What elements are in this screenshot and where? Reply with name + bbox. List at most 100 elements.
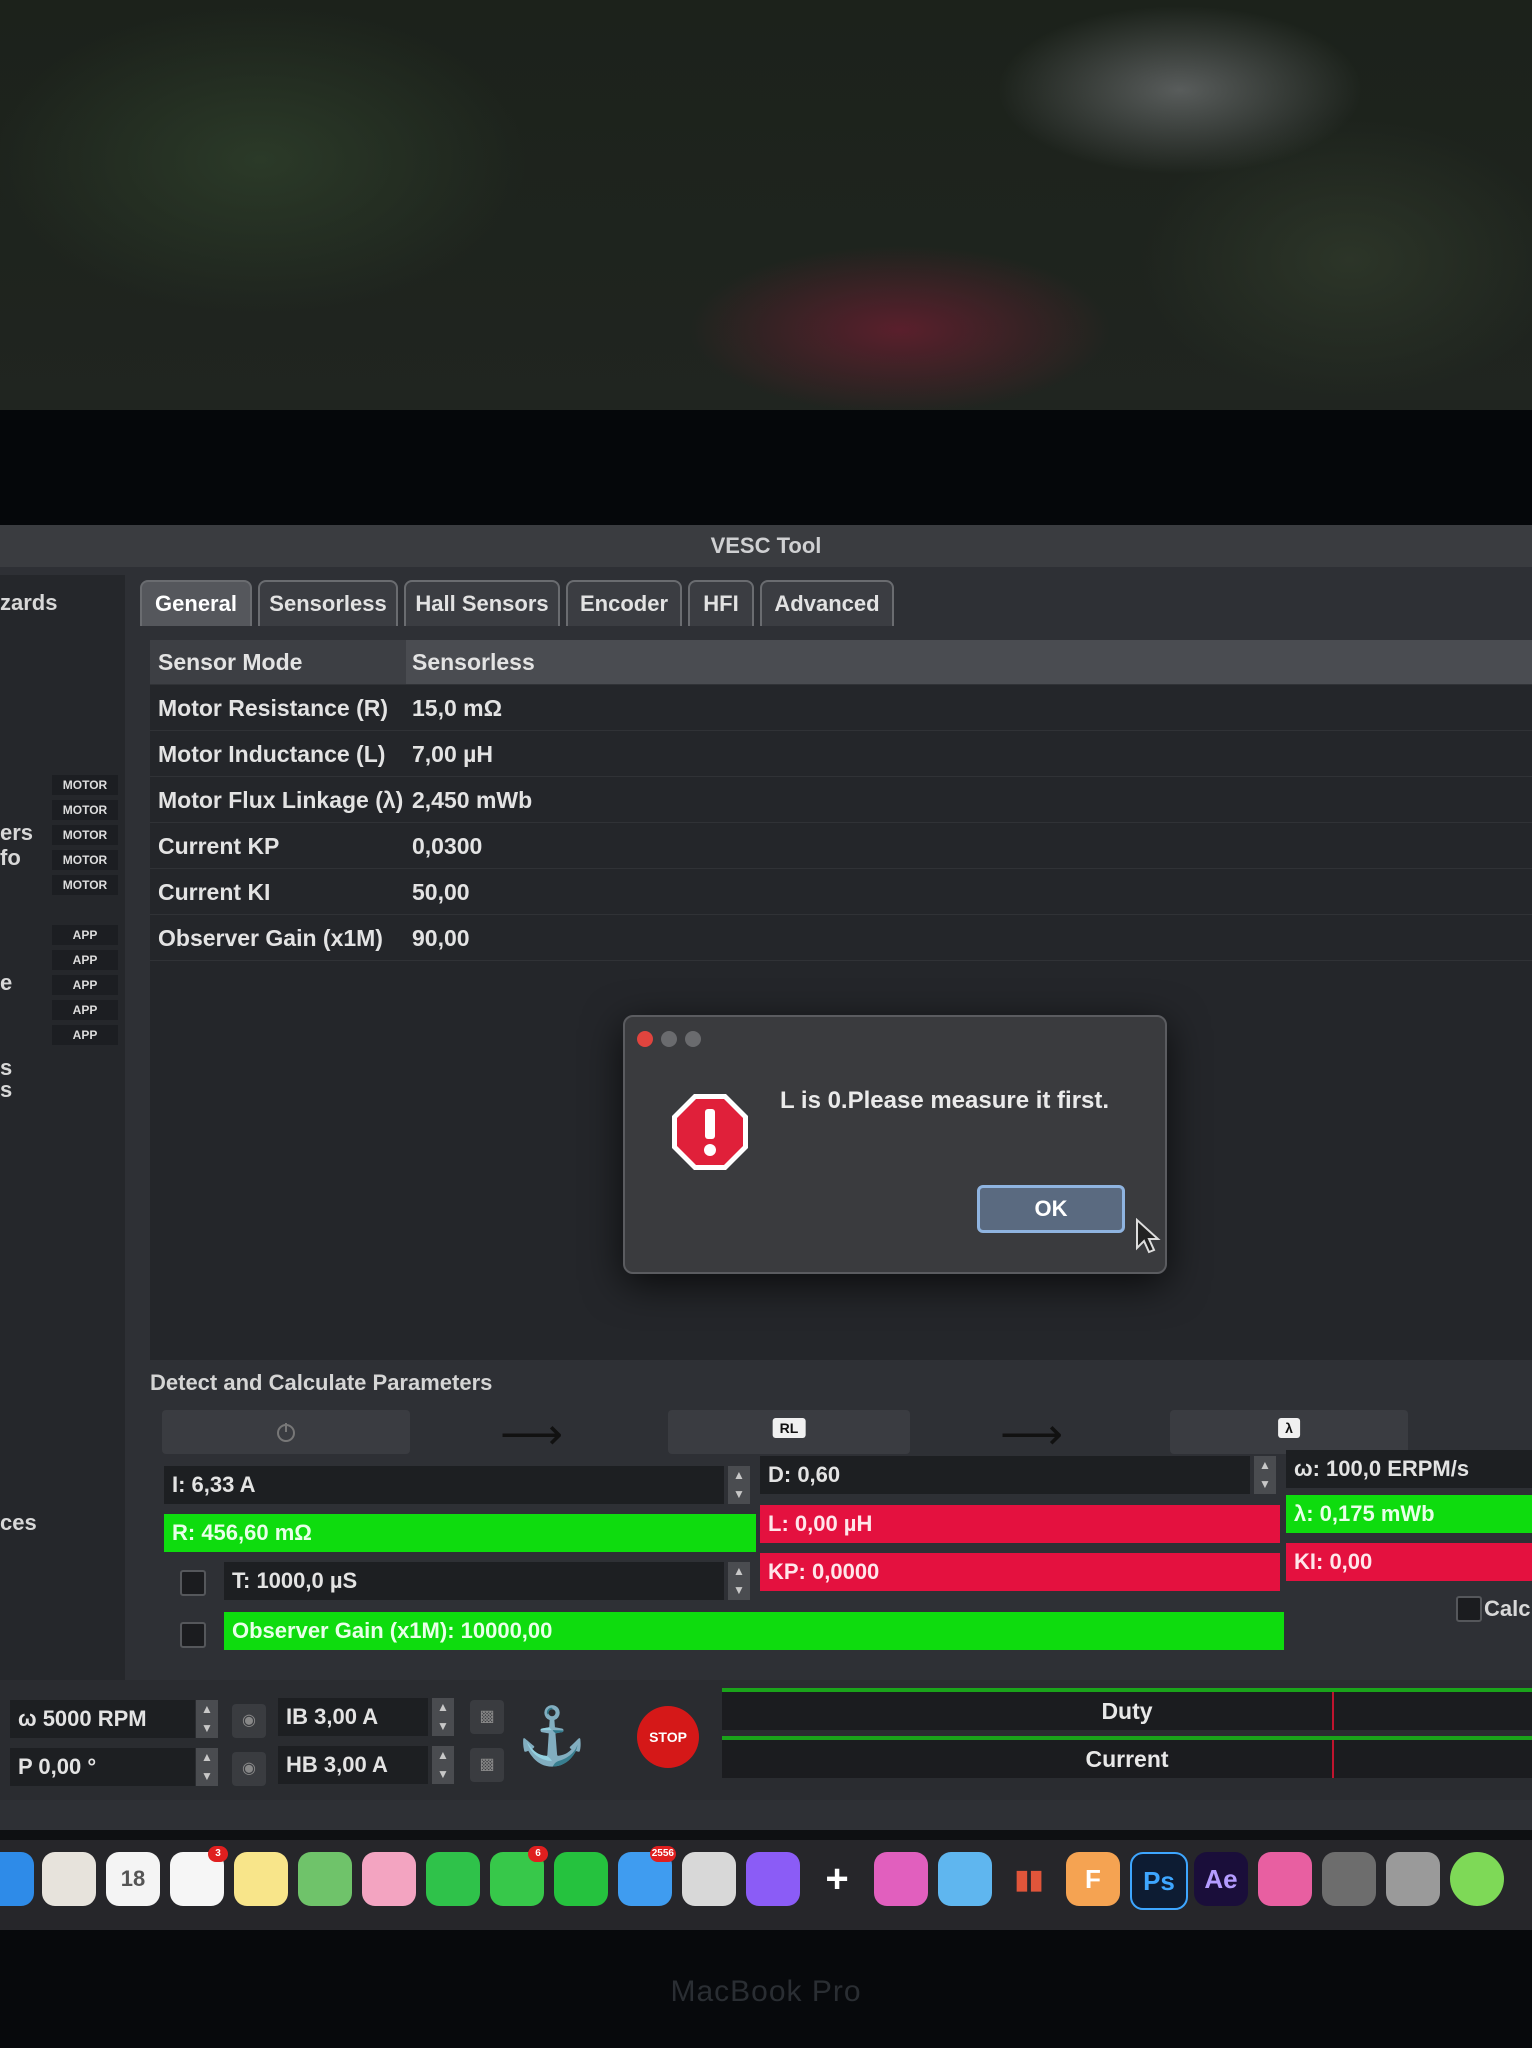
tab-sensorless[interactable]: Sensorless: [258, 580, 398, 626]
sidebar-fragment[interactable]: ces: [0, 1510, 37, 1536]
alert-dialog: L is 0.Please measure it first. OK: [623, 1015, 1167, 1274]
measure-rl-button[interactable]: RL: [668, 1410, 910, 1454]
whatsapp-icon[interactable]: [554, 1852, 608, 1906]
param-row-resistance[interactable]: Motor Resistance (R) 15,0 mΩ: [150, 686, 1532, 731]
calc-checkbox[interactable]: [1456, 1596, 1482, 1622]
param-value[interactable]: 50,00: [412, 870, 470, 914]
plus-icon[interactable]: +: [810, 1852, 864, 1906]
facetime-icon[interactable]: [426, 1852, 480, 1906]
param-row-current-kp[interactable]: Current KP 0,0300: [150, 824, 1532, 869]
inductance-result-text: L: 0,00 µH: [768, 1511, 873, 1536]
tab-hfi[interactable]: HFI: [688, 580, 754, 626]
anchor-icon[interactable]: ⚓: [516, 1700, 588, 1772]
param-row-sensor-mode[interactable]: Sensor Mode Sensorless: [150, 640, 1532, 685]
brake-current-spinner[interactable]: ▲ ▼: [432, 1698, 454, 1736]
brake-toggle-icon[interactable]: ▩: [470, 1700, 504, 1734]
sensor-mode-select[interactable]: Sensorless: [406, 640, 1532, 684]
app-tag: APP: [52, 1025, 118, 1045]
messages-badge: 6: [528, 1846, 548, 1862]
mail-icon[interactable]: 2556: [618, 1846, 676, 1906]
param-value[interactable]: 7,00 µH: [412, 732, 493, 776]
finder-icon[interactable]: [0, 1852, 34, 1906]
tab-general[interactable]: General: [140, 580, 252, 626]
brake-current-value: IB 3,00 A: [286, 1704, 379, 1729]
param-label: Observer Gain (x1M): [158, 925, 383, 951]
photoshop-icon[interactable]: Ps: [1130, 1852, 1188, 1910]
close-icon[interactable]: [637, 1031, 653, 1047]
maps-icon[interactable]: [298, 1852, 352, 1906]
current-bar: Current: [722, 1736, 1532, 1778]
screenshot-icon[interactable]: [682, 1852, 736, 1906]
param-label: Motor Resistance (R): [158, 695, 389, 721]
music-eq-icon[interactable]: ▮▮: [1002, 1852, 1056, 1906]
param-value[interactable]: 90,00: [412, 916, 470, 960]
param-row-current-ki[interactable]: Current KI 50,00: [150, 870, 1532, 915]
sidebar-fragment[interactable]: zards: [0, 590, 57, 616]
measure-lambda-button[interactable]: λ: [1170, 1410, 1408, 1454]
current-spinner[interactable]: ▲ ▼: [728, 1466, 750, 1504]
notes-icon[interactable]: [234, 1852, 288, 1906]
rpm-play-icon[interactable]: ◉: [232, 1704, 266, 1738]
param-value[interactable]: 15,0 mΩ: [412, 686, 502, 730]
dock: 18 3 6 2556 + ▮▮ F Ps Ae: [0, 1840, 1532, 1930]
after-effects-icon[interactable]: Ae: [1194, 1852, 1248, 1906]
motor-tag: MOTOR: [52, 775, 118, 795]
current-input[interactable]: I: 6,33 A: [164, 1466, 724, 1504]
param-label: Current KP: [158, 833, 280, 859]
detect-foc-button[interactable]: [162, 1410, 410, 1454]
position-input-value: P 0,00 °: [18, 1754, 97, 1779]
param-row-inductance[interactable]: Motor Inductance (L) 7,00 µH: [150, 732, 1532, 777]
tab-advanced[interactable]: Advanced: [760, 580, 894, 626]
sidebar-fragment[interactable]: fo: [0, 845, 21, 871]
safari-icon[interactable]: [938, 1852, 992, 1906]
camera-icon[interactable]: [1322, 1852, 1376, 1906]
handbrake-toggle-icon[interactable]: ▩: [470, 1748, 504, 1782]
stop-button[interactable]: STOP: [637, 1706, 699, 1768]
arrow-right-icon: ⟶: [1000, 1410, 1064, 1459]
rpm-spinner[interactable]: ▲ ▼: [196, 1700, 218, 1738]
sidebar-fragment[interactable]: e: [0, 970, 12, 996]
position-play-icon[interactable]: ◉: [232, 1752, 266, 1786]
brake-current-input[interactable]: IB 3,00 A: [278, 1698, 428, 1736]
rl-icon: RL: [772, 1418, 806, 1438]
reminders-icon[interactable]: 3: [170, 1846, 228, 1906]
erpm-input[interactable]: ω: 100,0 ERPM/s: [1286, 1450, 1532, 1488]
tab-hall-sensors[interactable]: Hall Sensors: [404, 580, 560, 626]
warning-stop-icon: [672, 1094, 748, 1170]
position-spinner[interactable]: ▲ ▼: [196, 1748, 218, 1786]
observer-checkbox[interactable]: [180, 1622, 206, 1648]
param-row-observer-gain[interactable]: Observer Gain (x1M) 90,00: [150, 916, 1532, 961]
display-icon[interactable]: [874, 1852, 928, 1906]
time-input[interactable]: T: 1000,0 µS: [224, 1562, 724, 1600]
sidebar-fragment[interactable]: s: [0, 1077, 12, 1103]
messages-icon[interactable]: 6: [490, 1846, 548, 1906]
duty-spinner[interactable]: ▲ ▼: [1254, 1456, 1276, 1494]
duty-input[interactable]: D: 0,60: [760, 1456, 1250, 1494]
launchpad-icon[interactable]: [42, 1852, 96, 1906]
t-checkbox[interactable]: [180, 1570, 206, 1596]
tab-encoder[interactable]: Encoder: [566, 580, 682, 626]
ok-button[interactable]: OK: [977, 1185, 1125, 1233]
position-input[interactable]: P 0,00 °: [10, 1748, 195, 1786]
sidebar-fragment[interactable]: ers: [0, 820, 33, 846]
rpm-input[interactable]: ω 5000 RPM: [10, 1700, 195, 1738]
resistance-result-text: R: 456,60 mΩ: [172, 1520, 312, 1545]
utorrent-icon[interactable]: [1450, 1852, 1504, 1906]
fontforge-icon[interactable]: F: [1066, 1852, 1120, 1906]
image-capture-icon[interactable]: [1386, 1852, 1440, 1906]
handbrake-input[interactable]: HB 3,00 A: [278, 1746, 428, 1784]
param-value[interactable]: 2,450 mWb: [412, 778, 532, 822]
laptop-label: MacBook Pro: [670, 1975, 862, 2008]
calendar-icon[interactable]: 18: [106, 1852, 160, 1906]
param-row-flux-linkage[interactable]: Motor Flux Linkage (λ) 2,450 mWb: [150, 778, 1532, 823]
time-spinner[interactable]: ▲ ▼: [728, 1562, 750, 1600]
param-value[interactable]: 0,0300: [412, 824, 482, 868]
zoom-icon[interactable]: [685, 1031, 701, 1047]
calc-label: Calc: [1484, 1596, 1531, 1621]
claquette-icon[interactable]: [1258, 1852, 1312, 1906]
mail-badge: 2556: [649, 1846, 676, 1862]
photos-icon[interactable]: [362, 1852, 416, 1906]
handbrake-spinner[interactable]: ▲ ▼: [432, 1746, 454, 1784]
minimize-icon[interactable]: [661, 1031, 677, 1047]
messenger-icon[interactable]: [746, 1852, 800, 1906]
